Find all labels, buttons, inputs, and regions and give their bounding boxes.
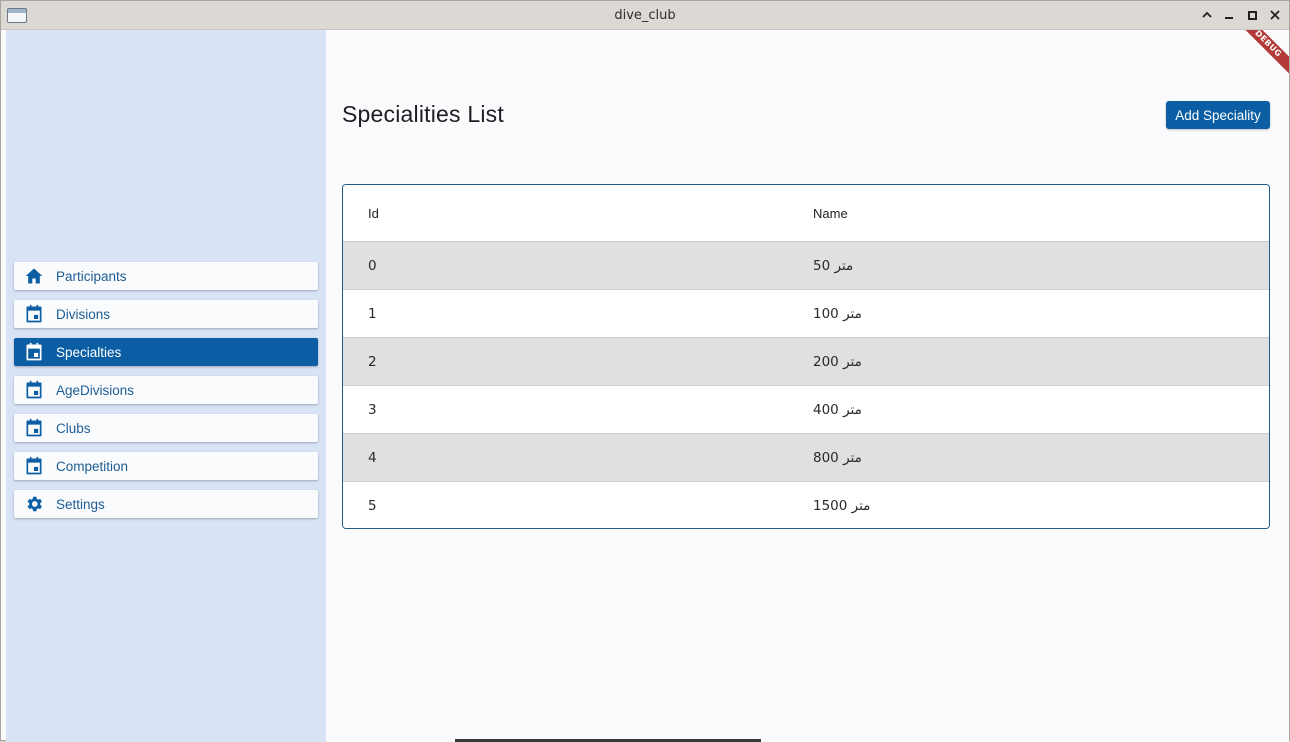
cell-name: 200 متر: [813, 354, 862, 370]
sidebar-item-label: Settings: [56, 496, 105, 512]
sidebar-item-label: Competition: [56, 458, 129, 474]
table-header: Id Name: [343, 185, 1269, 242]
sidebar-item-participants[interactable]: Participants: [14, 262, 318, 290]
debug-banner-label: DEBUG: [1231, 30, 1289, 81]
cell-id: 4: [368, 450, 377, 466]
maximize-icon: [1247, 10, 1257, 20]
close-button[interactable]: [1267, 7, 1283, 23]
calendar-icon: [23, 417, 45, 439]
sidebar-item-clubs[interactable]: Clubs: [14, 414, 318, 442]
column-header-name[interactable]: Name: [813, 206, 848, 221]
table-row[interactable]: 3 400 متر: [343, 386, 1269, 434]
app-window: dive_club Participants Divisions Special…: [0, 0, 1290, 742]
close-icon: [1270, 10, 1280, 20]
cell-id: 3: [368, 402, 377, 418]
title-bar: dive_club: [1, 1, 1289, 30]
cell-name: 800 متر: [813, 450, 862, 466]
table-row[interactable]: 0 50 متر: [343, 242, 1269, 290]
column-header-id[interactable]: Id: [368, 206, 379, 221]
cell-name: 100 متر: [813, 306, 862, 322]
cell-name: 400 متر: [813, 402, 862, 418]
cell-name: 1500 متر: [813, 498, 871, 514]
calendar-icon: [23, 455, 45, 477]
sidebar-item-competition[interactable]: Competition: [14, 452, 318, 480]
cell-name: 50 متر: [813, 258, 854, 274]
home-icon: [23, 265, 45, 287]
maximize-button[interactable]: [1244, 7, 1260, 23]
sidebar-item-specialties[interactable]: Specialties: [14, 338, 318, 366]
sidebar-item-label: Participants: [56, 268, 127, 284]
cell-id: 1: [368, 306, 377, 322]
calendar-icon: [23, 341, 45, 363]
sidebar-item-label: Specialties: [56, 344, 122, 360]
table-row[interactable]: 5 1500 متر: [343, 482, 1269, 528]
sidebar: Participants Divisions Specialties AgeDi…: [6, 30, 326, 742]
table-row[interactable]: 4 800 متر: [343, 434, 1269, 482]
specialities-table: Id Name 0 50 متر 1 100 متر 2 200 متر 3 4…: [342, 184, 1270, 529]
window-title: dive_club: [614, 8, 676, 23]
minimize-button[interactable]: [1221, 7, 1237, 23]
debug-banner: DEBUG: [1229, 30, 1289, 90]
sidebar-item-agedivisions[interactable]: AgeDivisions: [14, 376, 318, 404]
chevron-up-icon[interactable]: [1199, 7, 1215, 23]
calendar-icon: [23, 379, 45, 401]
cell-id: 5: [368, 498, 377, 514]
sidebar-item-divisions[interactable]: Divisions: [14, 300, 318, 328]
sidebar-item-settings[interactable]: Settings: [14, 490, 318, 518]
table-row[interactable]: 2 200 متر: [343, 338, 1269, 386]
sidebar-item-label: AgeDivisions: [56, 382, 135, 398]
gear-icon: [23, 493, 45, 515]
minimize-icon: [1225, 17, 1233, 19]
sidebar-item-label: Clubs: [56, 420, 91, 436]
cell-id: 2: [368, 354, 377, 370]
page-title: Specialities List: [342, 101, 504, 127]
sidebar-item-label: Divisions: [56, 306, 111, 322]
cell-id: 0: [368, 258, 377, 274]
table-row[interactable]: 1 100 متر: [343, 290, 1269, 338]
add-speciality-button[interactable]: Add Speciality: [1166, 101, 1270, 129]
calendar-icon: [23, 303, 45, 325]
main-content: DEBUG Specialities List Add Speciality I…: [326, 30, 1289, 742]
